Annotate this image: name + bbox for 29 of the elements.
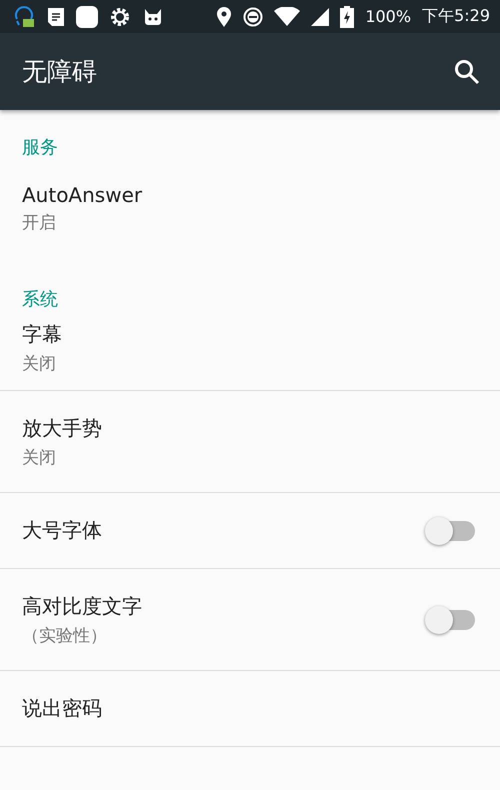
settings-item[interactable]: 说出密码 — [0, 671, 500, 747]
gear-icon — [109, 6, 131, 28]
setting-title: 高对比度文字 — [22, 592, 143, 620]
signal-icon — [311, 8, 330, 26]
setting-title: 字幕 — [22, 321, 63, 348]
headset-icon — [14, 4, 36, 28]
setting-summary: 开启 — [22, 212, 57, 234]
settings-item[interactable]: 放大手势 关闭 — [0, 391, 500, 493]
toolbar-title: 无障碍 — [22, 56, 98, 88]
clock: 下午5:29 — [422, 6, 490, 27]
setting-title: 放大手势 — [22, 414, 103, 442]
setting-summary: （实验性） — [22, 624, 108, 646]
settings-item[interactable]: 字幕 关闭 — [0, 306, 500, 391]
setting-title: 说出密码 — [22, 695, 103, 722]
robot-icon — [142, 8, 164, 26]
wifi-icon — [274, 6, 300, 26]
setting-summary: 关闭 — [22, 446, 57, 468]
battery-level: 100% — [365, 7, 412, 26]
setting-title: 大号字体 — [22, 517, 103, 544]
search-icon[interactable] — [454, 58, 480, 84]
settings-item[interactable]: 大号字体 — [0, 493, 500, 569]
location-icon — [216, 6, 232, 28]
message-icon — [47, 6, 65, 26]
square-icon — [76, 6, 98, 28]
setting-summary: 关闭 — [22, 353, 57, 375]
setting-title: AutoAnswer — [22, 182, 144, 206]
battery-charging-icon — [340, 6, 354, 28]
settings-item[interactable]: 高对比度文字 （实验性） — [0, 569, 500, 671]
do-not-disturb-icon — [243, 6, 264, 26]
